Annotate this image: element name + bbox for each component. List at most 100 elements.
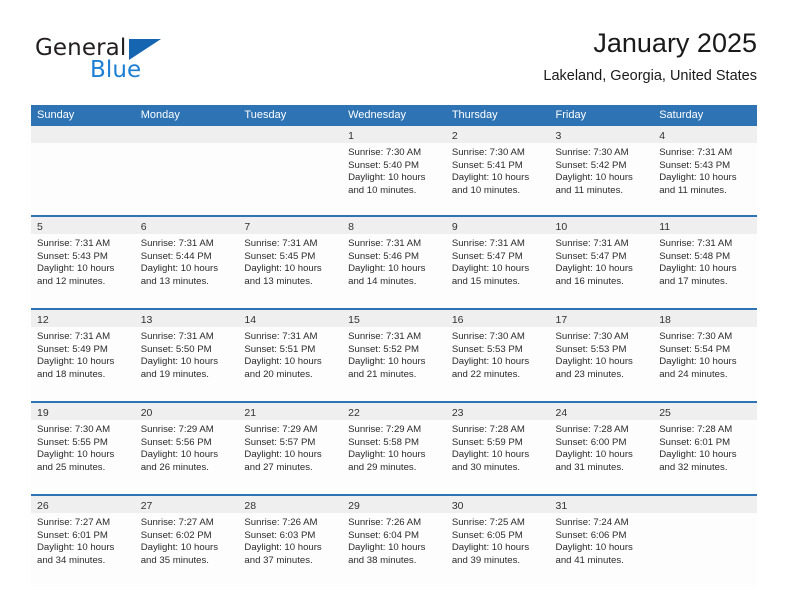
day-number: 1 <box>348 130 354 142</box>
daylight-text-line2: and 15 minutes. <box>451 275 521 287</box>
day-details: Sunrise: 7:31 AM Sunset: 5:49 PM Daylight:… <box>31 327 135 381</box>
day-cell[interactable]: 24 Sunrise: 7:28 AM Sunset: 6:00 PM Dayligh… <box>549 403 654 494</box>
daylight-text-line1: Daylight: 10 hours <box>659 356 737 368</box>
day-cell[interactable]: 18 Sunrise: 7:30 AM Sunset: 5:54 PM Dayligh… <box>653 310 757 401</box>
day-number-band: 1 <box>342 126 446 143</box>
daylight-text-line1: Daylight: 10 hours <box>348 449 426 461</box>
day-cell[interactable]: 22 Sunrise: 7:29 AM Sunset: 5:58 PM Dayligh… <box>342 403 446 494</box>
daylight-text-line2: and 23 minutes. <box>555 368 624 380</box>
day-cell[interactable]: 30 Sunrise: 7:25 AM Sunset: 6:05 PM Dayligh… <box>445 496 550 587</box>
sunrise-text: Sunrise: 7:30 AM <box>451 147 525 158</box>
day-cell[interactable]: 25 Sunrise: 7:28 AM Sunset: 6:01 PM Dayligh… <box>653 403 757 494</box>
day-number: 30 <box>451 500 464 512</box>
sunset-text: Sunset: 5:48 PM <box>659 250 731 262</box>
sunrise-text: Sunrise: 7:31 AM <box>555 238 629 249</box>
day-number-band: 6 <box>134 217 239 234</box>
day-cell[interactable]: 5 Sunrise: 7:31 AM Sunset: 5:43 PM Daylight… <box>31 217 135 308</box>
daylight-text-line2: and 18 minutes. <box>37 368 106 380</box>
calendar-grid: Sunday Monday Tuesday Wednesday Thursday… <box>31 105 757 587</box>
day-number-band: 22 <box>342 403 446 420</box>
day-cell[interactable]: 28 Sunrise: 7:26 AM Sunset: 6:03 PM Dayligh… <box>238 496 343 587</box>
sunset-text: Sunset: 6:01 PM <box>37 529 108 541</box>
day-cell[interactable]: 17 Sunrise: 7:30 AM Sunset: 5:53 PM Dayligh… <box>549 310 654 401</box>
day-number-band: 13 <box>134 310 239 327</box>
day-cell[interactable]: 31 Sunrise: 7:24 AM Sunset: 6:06 PM Dayligh… <box>549 496 654 587</box>
day-number-band: 30 <box>445 496 550 513</box>
page-subtitle: Lakeland, Georgia, United States <box>543 68 757 84</box>
day-cell[interactable]: 3 Sunrise: 7:30 AM Sunset: 5:42 PM Daylight… <box>549 126 654 215</box>
day-cell[interactable]: 20 Sunrise: 7:29 AM Sunset: 5:56 PM Dayligh… <box>134 403 239 494</box>
daylight-text-line1: Daylight: 10 hours <box>140 263 219 275</box>
day-cell[interactable]: 10 Sunrise: 7:31 AM Sunset: 5:47 PM Dayligh… <box>549 217 654 308</box>
day-cell[interactable]: 19 Sunrise: 7:30 AM Sunset: 5:55 PM Dayligh… <box>31 403 135 494</box>
day-cell[interactable]: 26 Sunrise: 7:27 AM Sunset: 6:01 PM Dayligh… <box>31 496 135 587</box>
sunrise-text: Sunrise: 7:29 AM <box>348 424 422 435</box>
sunset-text: Sunset: 6:06 PM <box>555 529 627 541</box>
day-number-band: 20 <box>134 403 239 420</box>
sunset-text: Sunset: 5:41 PM <box>451 159 523 171</box>
day-cell[interactable]: 4 Sunrise: 7:31 AM Sunset: 5:43 PM Daylight… <box>653 126 757 215</box>
day-cell[interactable]: 27 Sunrise: 7:27 AM Sunset: 6:02 PM Dayligh… <box>134 496 239 587</box>
sunset-text: Sunset: 5:51 PM <box>244 343 316 355</box>
day-number-band: 11 <box>653 217 757 234</box>
day-cell[interactable]: 16 Sunrise: 7:30 AM Sunset: 5:53 PM Dayligh… <box>445 310 550 401</box>
daylight-text-line1: Daylight: 10 hours <box>348 263 426 275</box>
sunrise-text: Sunrise: 7:30 AM <box>37 424 111 435</box>
day-number: 2 <box>451 130 458 142</box>
daylight-text-line1: Daylight: 10 hours <box>348 172 426 184</box>
day-cell[interactable]: 13 Sunrise: 7:31 AM Sunset: 5:50 PM Dayligh… <box>134 310 239 401</box>
sunrise-text: Sunrise: 7:31 AM <box>37 331 111 342</box>
daylight-text-line1: Daylight: 10 hours <box>451 449 530 461</box>
day-details: Sunrise: 7:30 AM Sunset: 5:42 PM Daylight:… <box>550 143 654 197</box>
day-cell[interactable]: 14 Sunrise: 7:31 AM Sunset: 5:51 PM Dayligh… <box>238 310 343 401</box>
daylight-text-line2: and 25 minutes. <box>37 461 106 473</box>
day-cell[interactable]: 9 Sunrise: 7:31 AM Sunset: 5:47 PM Daylight… <box>445 217 550 308</box>
daylight-text-line1: Daylight: 10 hours <box>451 356 530 368</box>
sunset-text: Sunset: 6:01 PM <box>659 436 731 448</box>
day-cell[interactable]: 12 Sunrise: 7:31 AM Sunset: 5:49 PM Dayligh… <box>31 310 135 401</box>
day-details: Sunrise: 7:31 AM Sunset: 5:45 PM Daylight:… <box>238 234 342 288</box>
daylight-text-line1: Daylight: 10 hours <box>140 356 219 368</box>
day-details: Sunrise: 7:31 AM Sunset: 5:50 PM Daylight:… <box>135 327 239 381</box>
day-number-band: 14 <box>238 310 343 327</box>
day-details: Sunrise: 7:31 AM Sunset: 5:51 PM Daylight:… <box>238 327 342 381</box>
daylight-text-line2: and 27 minutes. <box>244 461 313 473</box>
sunset-text: Sunset: 6:05 PM <box>451 529 523 541</box>
daylight-text-line2: and 14 minutes. <box>348 275 417 287</box>
daylight-text-line2: and 13 minutes. <box>140 275 209 287</box>
day-cell[interactable]: 15 Sunrise: 7:31 AM Sunset: 5:52 PM Dayligh… <box>342 310 446 401</box>
day-cell[interactable]: 11 Sunrise: 7:31 AM Sunset: 5:48 PM Dayligh… <box>653 217 757 308</box>
sunrise-text: Sunrise: 7:29 AM <box>244 424 318 435</box>
daylight-text-line1: Daylight: 10 hours <box>140 449 219 461</box>
general-blue-logo[interactable]: General Blue <box>31 26 251 90</box>
day-cell[interactable]: 8 Sunrise: 7:31 AM Sunset: 5:46 PM Daylight… <box>342 217 446 308</box>
sunset-text: Sunset: 5:53 PM <box>555 343 627 355</box>
daylight-text-line2: and 16 minutes. <box>555 275 624 287</box>
weekday-header-monday: Monday <box>140 109 180 121</box>
sunrise-text: Sunrise: 7:31 AM <box>244 331 318 342</box>
day-details: Sunrise: 7:31 AM Sunset: 5:46 PM Daylight:… <box>342 234 446 288</box>
sunset-text: Sunset: 5:58 PM <box>348 436 420 448</box>
day-cell[interactable]: 23 Sunrise: 7:28 AM Sunset: 5:59 PM Dayligh… <box>445 403 550 494</box>
daylight-text-line1: Daylight: 10 hours <box>140 542 219 554</box>
page-header: General Blue January 2025 Lakeland, Geor… <box>31 26 757 98</box>
day-cell[interactable]: 7 Sunrise: 7:31 AM Sunset: 5:45 PM Daylight… <box>238 217 343 308</box>
day-cell[interactable]: 21 Sunrise: 7:29 AM Sunset: 5:57 PM Dayligh… <box>238 403 343 494</box>
day-cell[interactable]: 29 Sunrise: 7:26 AM Sunset: 6:04 PM Dayligh… <box>342 496 446 587</box>
day-number: 31 <box>555 500 568 512</box>
day-cell[interactable]: 6 Sunrise: 7:31 AM Sunset: 5:44 PM Daylight… <box>134 217 239 308</box>
sunset-text: Sunset: 5:46 PM <box>348 250 420 262</box>
daylight-text-line2: and 10 minutes. <box>348 184 417 196</box>
day-details: Sunrise: 7:29 AM Sunset: 5:58 PM Daylight:… <box>342 420 446 474</box>
daylight-text-line2: and 26 minutes. <box>140 461 209 473</box>
day-cell[interactable]: 2 Sunrise: 7:30 AM Sunset: 5:41 PM Daylight… <box>445 126 550 215</box>
daylight-text-line2: and 31 minutes. <box>555 461 624 473</box>
title-block: January 2025 Lakeland, Georgia, United S… <box>543 26 757 85</box>
sunrise-text: Sunrise: 7:30 AM <box>451 331 525 342</box>
day-cell[interactable]: 1 Sunrise: 7:30 AM Sunset: 5:40 PM Daylight… <box>342 126 446 215</box>
day-number: 18 <box>659 314 671 326</box>
weekday-header-friday: Friday <box>555 109 587 121</box>
daylight-text-line1: Daylight: 10 hours <box>451 263 530 275</box>
sunrise-text: Sunrise: 7:31 AM <box>451 238 525 249</box>
sunset-text: Sunset: 5:47 PM <box>451 250 523 262</box>
